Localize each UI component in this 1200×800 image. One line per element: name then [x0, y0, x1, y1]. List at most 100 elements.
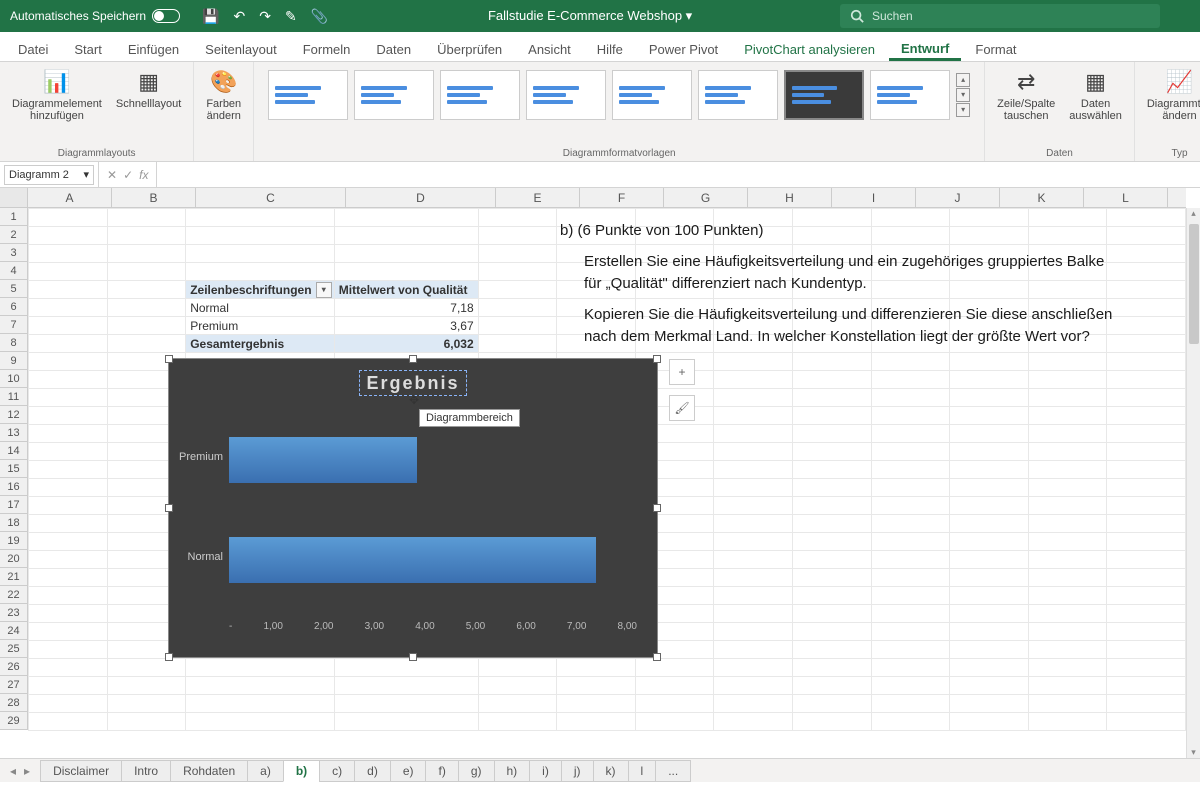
formula-input[interactable] — [157, 162, 1200, 187]
row-header[interactable]: 23 — [0, 604, 27, 622]
toggle-icon[interactable] — [152, 9, 180, 23]
autosave-toggle[interactable]: Automatisches Speichern — [0, 9, 190, 23]
embedded-chart[interactable]: Ergebnis ✥ Diagrammbereich Premium Norma… — [168, 358, 658, 658]
resize-handle[interactable] — [165, 504, 173, 512]
chart-brush-button[interactable]: 🖌 — [669, 395, 695, 421]
switch-row-col-button[interactable]: ⇄Zeile/Spalte tauschen — [995, 66, 1057, 124]
redo-icon[interactable]: ↷ — [259, 8, 271, 25]
tab-einfuegen[interactable]: Einfügen — [116, 36, 191, 61]
tab-pivotchart-analysieren[interactable]: PivotChart analysieren — [732, 36, 887, 61]
tab-ansicht[interactable]: Ansicht — [516, 36, 583, 61]
name-box[interactable]: Diagramm 2▾ — [4, 165, 94, 185]
resize-handle[interactable] — [653, 355, 661, 363]
sheet-tab[interactable]: i) — [529, 760, 562, 782]
row-header[interactable]: 26 — [0, 658, 27, 676]
row-header[interactable]: 15 — [0, 460, 27, 478]
row-header[interactable]: 2 — [0, 226, 27, 244]
row-header[interactable]: 27 — [0, 676, 27, 694]
prev-sheet-icon[interactable]: ◂ — [10, 764, 16, 778]
tab-daten[interactable]: Daten — [364, 36, 423, 61]
resize-handle[interactable] — [653, 504, 661, 512]
sheet-tab[interactable]: Intro — [121, 760, 171, 782]
row-header[interactable]: 7 — [0, 316, 27, 334]
row-header[interactable]: 29 — [0, 712, 27, 730]
sheet-tab[interactable]: h) — [494, 760, 531, 782]
row-header[interactable]: 20 — [0, 550, 27, 568]
chart-style-thumb[interactable] — [870, 70, 950, 120]
attach-icon[interactable]: 📎 — [311, 8, 328, 25]
tab-format[interactable]: Format — [963, 36, 1028, 61]
col-header[interactable]: C — [196, 188, 346, 207]
sheet-tab[interactable]: f) — [425, 760, 458, 782]
scroll-thumb[interactable] — [1189, 224, 1199, 344]
col-header[interactable]: G — [664, 188, 748, 207]
add-chart-element-button[interactable]: 📊Diagrammelement hinzufügen — [10, 66, 104, 124]
chart-style-thumb[interactable] — [440, 70, 520, 120]
next-sheet-icon[interactable]: ▸ — [24, 764, 30, 778]
sheet-tab[interactable]: Disclaimer — [40, 760, 122, 782]
tab-datei[interactable]: Datei — [6, 36, 60, 61]
plot-area[interactable]: Premium Normal — [229, 409, 637, 617]
row-header[interactable]: 9 — [0, 352, 27, 370]
resize-handle[interactable] — [165, 355, 173, 363]
chart-style-thumb[interactable] — [698, 70, 778, 120]
sheet-tab[interactable]: c) — [319, 760, 355, 782]
row-header[interactable]: 24 — [0, 622, 27, 640]
bar-normal[interactable] — [229, 537, 596, 583]
sheet-tab[interactable]: b) — [283, 760, 320, 782]
resize-handle[interactable] — [409, 355, 417, 363]
chart-plus-button[interactable]: + — [669, 359, 695, 385]
row-header[interactable]: 14 — [0, 442, 27, 460]
col-header[interactable]: D — [346, 188, 496, 207]
row-header[interactable]: 10 — [0, 370, 27, 388]
sheet-tab[interactable]: l — [628, 760, 657, 782]
chart-style-thumb-selected[interactable] — [784, 70, 864, 120]
col-header[interactable]: J — [916, 188, 1000, 207]
row-header[interactable]: 21 — [0, 568, 27, 586]
sheet-tab[interactable]: ... — [655, 760, 691, 782]
row-header[interactable]: 16 — [0, 478, 27, 496]
col-header[interactable]: E — [496, 188, 580, 207]
row-header[interactable]: 3 — [0, 244, 27, 262]
tab-entwurf[interactable]: Entwurf — [889, 35, 961, 61]
save-icon[interactable]: 💾 — [202, 8, 219, 25]
cancel-icon[interactable]: ✕ — [107, 168, 117, 182]
tab-start[interactable]: Start — [62, 36, 113, 61]
row-header[interactable]: 28 — [0, 694, 27, 712]
row-header[interactable]: 4 — [0, 262, 27, 280]
fx-icon[interactable]: fx — [139, 168, 148, 182]
sheet-tab[interactable]: Rohdaten — [170, 760, 248, 782]
vertical-scrollbar[interactable] — [1186, 208, 1200, 758]
col-header[interactable]: L — [1084, 188, 1168, 207]
row-header[interactable]: 13 — [0, 424, 27, 442]
change-colors-button[interactable]: 🎨Farben ändern — [204, 66, 243, 124]
chart-style-thumb[interactable] — [612, 70, 692, 120]
quick-layout-button[interactable]: ▦Schnelllayout — [114, 66, 183, 112]
row-header[interactable]: 17 — [0, 496, 27, 514]
col-header[interactable]: I — [832, 188, 916, 207]
row-header[interactable]: 5 — [0, 280, 27, 298]
sheet-tab[interactable]: g) — [458, 760, 495, 782]
row-header[interactable]: 25 — [0, 640, 27, 658]
select-data-button[interactable]: ▦Daten auswählen — [1067, 66, 1124, 124]
chart-style-thumb[interactable] — [354, 70, 434, 120]
col-header[interactable]: F — [580, 188, 664, 207]
row-header[interactable]: 6 — [0, 298, 27, 316]
sheet-tab[interactable]: a) — [247, 760, 284, 782]
search-box[interactable]: Suchen — [840, 4, 1160, 28]
brush-icon[interactable]: ✎ — [285, 8, 297, 25]
row-header[interactable]: 11 — [0, 388, 27, 406]
col-header[interactable]: B — [112, 188, 196, 207]
sheet-tab[interactable]: j) — [561, 760, 594, 782]
bar-premium[interactable] — [229, 437, 417, 483]
row-header[interactable]: 12 — [0, 406, 27, 424]
gallery-scroll[interactable]: ▴▾▾ — [956, 73, 970, 117]
row-header[interactable]: 19 — [0, 532, 27, 550]
resize-handle[interactable] — [653, 653, 661, 661]
enter-icon[interactable]: ✓ — [123, 168, 133, 182]
resize-handle[interactable] — [409, 653, 417, 661]
sheet-tab[interactable]: k) — [593, 760, 629, 782]
tab-ueberpruefen[interactable]: Überprüfen — [425, 36, 514, 61]
chart-style-thumb[interactable] — [268, 70, 348, 120]
chart-style-thumb[interactable] — [526, 70, 606, 120]
